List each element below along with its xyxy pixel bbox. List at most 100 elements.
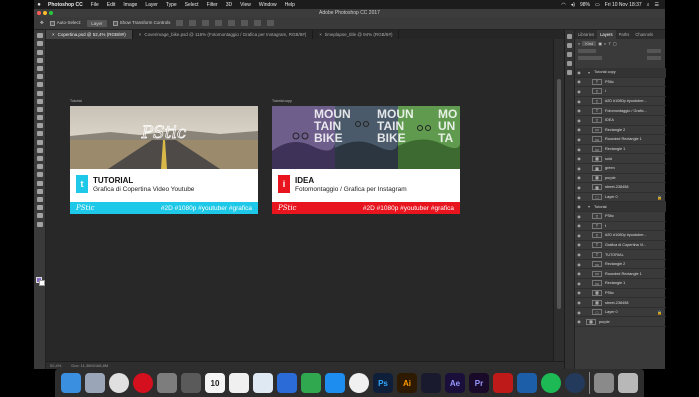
layer-name[interactable]: #2D #1080p #youtuber... bbox=[605, 99, 647, 103]
battery-percent[interactable]: 98% bbox=[580, 2, 590, 8]
dock-itunes-icon[interactable] bbox=[349, 373, 369, 393]
visibility-eye-icon[interactable]: ◉ bbox=[575, 204, 583, 209]
align-center-icon[interactable] bbox=[228, 20, 236, 26]
align-top-icon[interactable] bbox=[176, 20, 184, 26]
stamp-tool-icon[interactable] bbox=[36, 106, 43, 112]
visibility-eye-icon[interactable]: ◉ bbox=[575, 147, 583, 152]
layer-row[interactable]: ◉ ▭ Rectangle 2 bbox=[575, 260, 666, 270]
quick-select-tool-icon[interactable] bbox=[36, 65, 43, 71]
dodge-tool-icon[interactable] bbox=[36, 147, 43, 153]
menu-app-name[interactable]: Photoshop CC bbox=[44, 2, 87, 8]
auto-select-checkbox-wrap[interactable]: Auto-Select: bbox=[49, 20, 81, 26]
visibility-eye-icon[interactable]: ◉ bbox=[575, 137, 583, 142]
layer-row[interactable]: ◉ ▦ street-238458 bbox=[575, 183, 666, 193]
blur-tool-icon[interactable] bbox=[36, 139, 43, 145]
hand-tool-icon[interactable] bbox=[36, 188, 43, 194]
layer-name[interactable]: street-238458 bbox=[605, 301, 628, 305]
layer-row[interactable]: ◉ □ Layer 0 🔒 bbox=[575, 308, 666, 318]
tab-coverimage-bike[interactable]: × Coverimage_bike.psd @ 115% (Fotomontagg… bbox=[133, 30, 314, 39]
tab-layers[interactable]: Layers bbox=[597, 30, 616, 39]
dock-opera-icon[interactable] bbox=[133, 373, 153, 393]
3d-mode-icon[interactable] bbox=[267, 20, 275, 26]
layer-name[interactable]: Tutorial bbox=[594, 205, 607, 209]
layer-name[interactable]: Layer 0 bbox=[605, 310, 618, 314]
layer-row[interactable]: ◉ T Grafica di Copertina Vi... bbox=[575, 241, 666, 251]
menu-window[interactable]: Window bbox=[255, 2, 281, 8]
quick-mask-icon[interactable] bbox=[36, 213, 43, 219]
layer-row[interactable]: ◉ T TUTORIAL bbox=[575, 250, 666, 260]
layer-name[interactable]: Rectangle 2 bbox=[605, 262, 625, 266]
visibility-eye-icon[interactable]: ◉ bbox=[575, 319, 583, 324]
zoom-button[interactable] bbox=[49, 11, 53, 15]
dock-filezilla-icon[interactable] bbox=[493, 373, 513, 393]
background-color-swatch[interactable] bbox=[39, 280, 45, 286]
layer-group-row[interactable]: ◉ ▾ Tutorial bbox=[575, 202, 666, 212]
layer-row[interactable]: ◉ T PStic bbox=[575, 78, 666, 88]
brush-tool-icon[interactable] bbox=[36, 98, 43, 104]
layer-name[interactable]: i bbox=[605, 89, 606, 93]
history-panel-icon[interactable] bbox=[567, 34, 572, 39]
tab-channels[interactable]: Channels bbox=[632, 30, 656, 39]
fill-field[interactable] bbox=[647, 55, 661, 60]
layer-name[interactable]: sold bbox=[605, 157, 612, 161]
layer-row[interactable]: ◉ Ti bbox=[575, 87, 666, 97]
dock-trash-icon[interactable] bbox=[618, 373, 638, 393]
dock-virtualbox-icon[interactable] bbox=[517, 373, 537, 393]
layer-row[interactable]: ◉ Tt bbox=[575, 222, 666, 232]
screen-mode-icon[interactable] bbox=[36, 221, 43, 227]
properties-panel-icon[interactable] bbox=[567, 43, 572, 48]
layer-row[interactable]: ◉ ▦ purple bbox=[575, 174, 666, 184]
move-tool-icon[interactable]: ✥ bbox=[40, 20, 44, 26]
document-canvas[interactable]: Tutorial PStic t TUTORIAL Grafica di Cop… bbox=[46, 39, 564, 361]
visibility-eye-icon[interactable]: ◉ bbox=[575, 195, 583, 200]
dock-illustrator-icon[interactable]: Ai bbox=[397, 373, 417, 393]
visibility-eye-icon[interactable]: ◉ bbox=[575, 175, 583, 180]
layer-name[interactable]: purple bbox=[599, 320, 610, 324]
layer-row[interactable]: ◉ T Fotomontaggio / Grafic... bbox=[575, 106, 666, 116]
dock-printer-icon[interactable] bbox=[594, 373, 614, 393]
menu-image[interactable]: Image bbox=[119, 2, 141, 8]
layer-row[interactable]: ◉ ▭ Rounded Rectangle 1 bbox=[575, 135, 666, 145]
eraser-tool-icon[interactable] bbox=[36, 123, 43, 129]
layer-row[interactable]: ◉ T PStic bbox=[575, 212, 666, 222]
opacity-field[interactable] bbox=[647, 48, 661, 53]
visibility-eye-icon[interactable]: ◉ bbox=[575, 89, 583, 94]
zoom-level[interactable]: 52,4% bbox=[50, 363, 61, 368]
layer-row[interactable]: ◉ ▦ purple bbox=[575, 317, 666, 328]
tab-paths[interactable]: Paths bbox=[616, 30, 633, 39]
visibility-eye-icon[interactable]: ◉ bbox=[575, 99, 583, 104]
visibility-eye-icon[interactable]: ◉ bbox=[575, 271, 583, 276]
lasso-tool-icon[interactable] bbox=[36, 57, 43, 63]
search-icon[interactable]: ⌕ bbox=[647, 2, 650, 8]
layer-name[interactable]: PStic bbox=[605, 214, 614, 218]
menu-3d[interactable]: 3D bbox=[222, 2, 236, 8]
wifi-icon[interactable]: ◠ bbox=[561, 2, 565, 8]
layer-name[interactable]: Rounded Rectangle 1 bbox=[605, 137, 642, 141]
layer-row[interactable]: ◉ ▦ PStic bbox=[575, 289, 666, 299]
layer-name[interactable]: Tutorial copy bbox=[594, 70, 616, 74]
notification-icon[interactable]: ☰ bbox=[655, 2, 659, 8]
layer-name[interactable]: t bbox=[605, 224, 606, 228]
layer-row[interactable]: ◉ T IDEA bbox=[575, 116, 666, 126]
adjustments-panel-icon[interactable] bbox=[567, 52, 572, 57]
transform-controls-checkbox[interactable] bbox=[112, 20, 118, 26]
close-tab-icon[interactable]: × bbox=[319, 32, 322, 37]
paragraph-panel-icon[interactable] bbox=[567, 70, 572, 75]
dock-spotify-icon[interactable] bbox=[541, 373, 561, 393]
layer-name[interactable]: Fotomontaggio / Grafic... bbox=[605, 109, 647, 113]
layer-name[interactable]: Rectangle 1 bbox=[605, 147, 625, 151]
align-left-icon[interactable] bbox=[215, 20, 223, 26]
gradient-tool-icon[interactable] bbox=[36, 131, 43, 137]
dock-premiere-icon[interactable]: Pr bbox=[469, 373, 489, 393]
filter-type-icon[interactable]: T bbox=[608, 41, 610, 46]
layer-row[interactable]: ◉ T #2D #1080p #youtuber... bbox=[575, 231, 666, 241]
layer-name[interactable]: #2D #1080p #youtuber... bbox=[605, 233, 647, 237]
rectangle-tool-icon[interactable] bbox=[36, 180, 43, 186]
filter-adjust-icon[interactable]: ◐ bbox=[604, 41, 606, 46]
more-tools-icon[interactable] bbox=[36, 205, 43, 211]
menu-file[interactable]: File bbox=[87, 2, 103, 8]
visibility-eye-icon[interactable]: ◉ bbox=[575, 290, 583, 295]
dock-chrome-icon[interactable] bbox=[109, 373, 129, 393]
layer-row[interactable]: ◉ □ Layer 0 🔒 bbox=[575, 193, 666, 203]
dock-premiere-bridge-icon[interactable] bbox=[421, 373, 441, 393]
